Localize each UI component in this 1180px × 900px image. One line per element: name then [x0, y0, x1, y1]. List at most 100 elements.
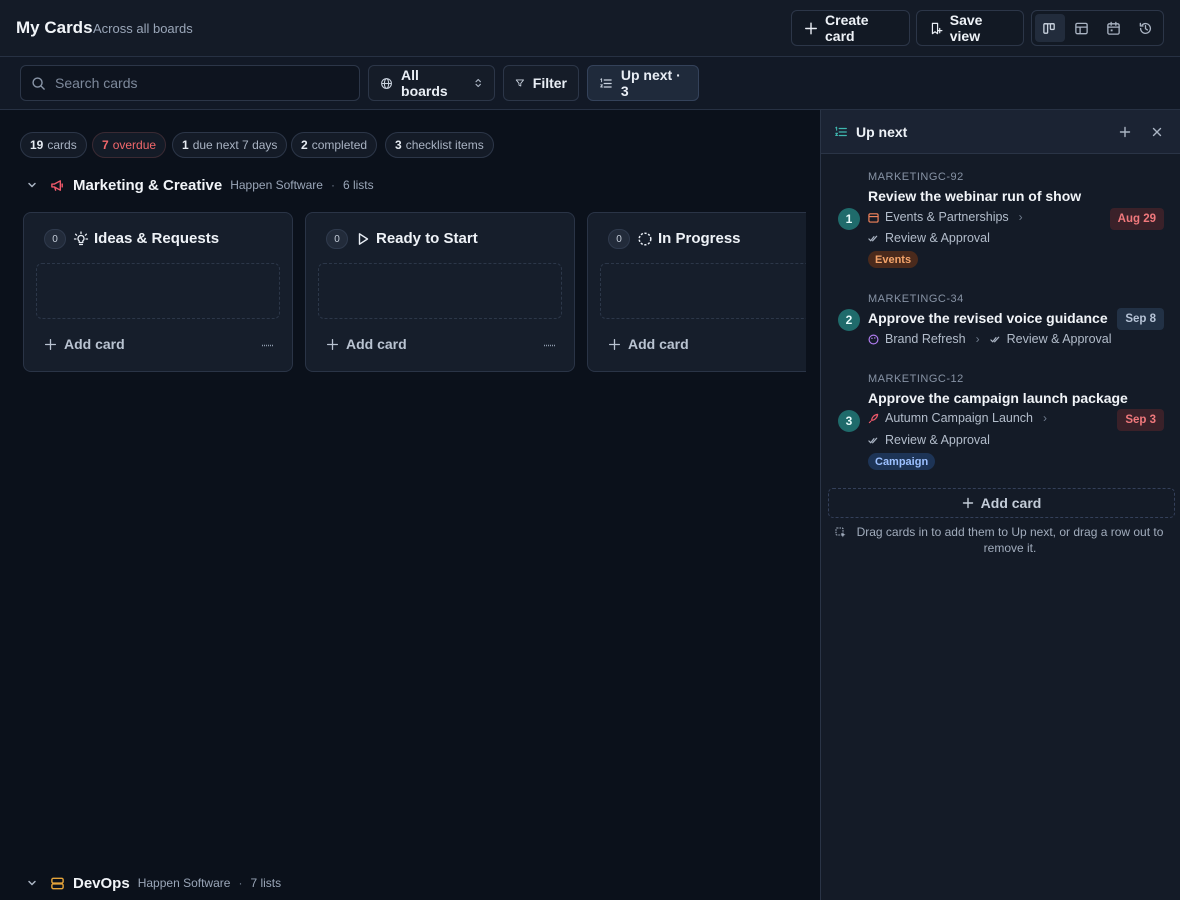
up-next-header: Up next: [821, 110, 1180, 154]
save-view-button[interactable]: Save view: [916, 10, 1024, 46]
plus-icon[interactable]: [1119, 126, 1131, 138]
stat-value: 2: [301, 138, 308, 152]
card-list-row: Review & Approval: [868, 231, 990, 245]
stat-value: 19: [30, 138, 44, 152]
board-group-header[interactable]: Marketing & Creative Happen Software · 6…: [26, 175, 374, 195]
filter-button[interactable]: Filter: [503, 65, 579, 101]
board-group-list-count: 7 lists: [250, 876, 282, 890]
board-scope-select[interactable]: All boards: [368, 65, 495, 101]
list-options-icon[interactable]: [544, 344, 556, 347]
stat-label: cards: [47, 138, 77, 152]
card-board-name: Events & Partnerships: [885, 210, 1009, 224]
board-group-name: Marketing & Creative: [73, 176, 223, 194]
separator-dot: ·: [238, 876, 243, 890]
card-board-name: Autumn Campaign Launch: [885, 411, 1034, 425]
list-ordered-icon: [600, 77, 612, 88]
page-subtitle: Across all boards: [93, 21, 193, 36]
history-view-icon: [1139, 22, 1151, 34]
stat-overdue[interactable]: 7 overdue: [92, 132, 167, 158]
chevron-updown-icon: [475, 78, 481, 88]
calendar-view-button[interactable]: [1099, 14, 1129, 42]
chevron-down-icon[interactable]: [26, 179, 38, 191]
filter-label: Filter: [532, 75, 567, 91]
card-board-row: Events & Partnerships ›: [868, 210, 1027, 224]
card-board-row: Autumn Campaign Launch ›: [868, 411, 1051, 425]
create-card-label: Create card: [825, 12, 869, 44]
queue-position: 1: [838, 208, 860, 230]
app-header: My Cards Across all boards Create card S…: [0, 0, 1180, 57]
calendar-view-icon: [1107, 21, 1120, 35]
card-tag: Campaign: [868, 453, 936, 470]
stat-label: due next 7 days: [192, 138, 278, 152]
due-date-badge: Aug 29: [1109, 208, 1164, 230]
progress-circle-icon: [638, 232, 652, 246]
list-ordered-icon: [835, 126, 847, 137]
add-card-button[interactable]: Add card: [44, 336, 125, 352]
plus-icon: [805, 22, 817, 34]
card-title: Approve the revised voice guidance: [868, 310, 1108, 326]
board-group-header[interactable]: DevOps Happen Software · 7 lists: [26, 873, 281, 893]
list-options-icon[interactable]: [262, 344, 274, 347]
board-group-org: Happen Software: [230, 178, 323, 192]
view-switcher: [1031, 10, 1164, 46]
board-lists: 0 Ideas & Requests Add card 0 Ready to S…: [20, 205, 806, 380]
rocket-icon: [868, 413, 879, 423]
create-card-button[interactable]: Create card: [791, 10, 910, 46]
list-drop-zone[interactable]: [600, 263, 806, 319]
card-list-name: Review & Approval: [1006, 332, 1112, 346]
plus-icon: [608, 338, 621, 350]
chevron-down-icon[interactable]: [26, 877, 38, 889]
queue-position: 2: [838, 309, 860, 331]
list-drop-zone[interactable]: [318, 263, 562, 319]
list-column: 0 In Progress Add card: [587, 212, 806, 372]
stat-due-soon[interactable]: 1 due next 7 days: [172, 132, 288, 158]
add-card-button[interactable]: Add card: [326, 336, 407, 352]
card-title: Review the webinar run of show: [868, 188, 1082, 204]
stat-label: completed: [311, 138, 368, 152]
card-key: MARKETINGC-92: [868, 171, 964, 183]
list-card-count: 0: [326, 229, 348, 249]
list-drop-zone[interactable]: [36, 263, 280, 319]
stat-checklist[interactable]: 3 checklist items: [385, 132, 494, 158]
search-box: [20, 65, 360, 101]
up-next-add-card-button[interactable]: Add card: [828, 488, 1175, 518]
close-icon[interactable]: [1151, 126, 1163, 138]
chevron-right-icon: ›: [975, 332, 980, 346]
add-card-label: Add card: [346, 336, 407, 352]
chevron-right-icon: ›: [1018, 210, 1023, 224]
list-name: In Progress: [658, 230, 741, 247]
list-card-count: 0: [44, 229, 66, 249]
list-card-count: 0: [608, 229, 630, 249]
toolbar: All boards Filter Up next · 3: [0, 57, 1180, 110]
page-title: My Cards: [16, 18, 93, 37]
list-column: 0 Ready to Start Add card: [305, 212, 575, 372]
card-list-row: Review & Approval: [868, 433, 990, 447]
palette-icon: [868, 334, 879, 344]
card-key: MARKETINGC-12: [868, 373, 964, 385]
stat-value: 3: [395, 138, 402, 152]
plus-icon: [962, 497, 973, 509]
stat-cards[interactable]: 19 cards: [20, 132, 87, 158]
card-tag: Events: [868, 251, 919, 268]
up-next-toggle[interactable]: Up next · 3: [587, 65, 699, 101]
stat-completed[interactable]: 2 completed: [291, 132, 378, 158]
board-view-button[interactable]: [1035, 14, 1065, 42]
stat-value: 1: [182, 138, 189, 152]
search-icon: [32, 76, 45, 90]
board-group-org: Happen Software: [137, 876, 231, 890]
history-view-button[interactable]: [1130, 14, 1160, 42]
stat-value: 7: [102, 138, 109, 152]
queue-position: 3: [838, 410, 860, 432]
add-card-label: Add card: [628, 336, 689, 352]
card-list-name: Review & Approval: [885, 231, 990, 245]
search-input[interactable]: [55, 75, 345, 91]
add-card-label: Add card: [64, 336, 125, 352]
calendar-icon: [868, 212, 879, 223]
table-view-icon: [1075, 22, 1088, 34]
check-double-icon: [868, 235, 878, 241]
add-card-button[interactable]: Add card: [608, 336, 689, 352]
filter-icon: [515, 79, 524, 87]
board-group-name: DevOps: [73, 874, 130, 892]
check-double-icon: [989, 336, 999, 342]
table-view-button[interactable]: [1067, 14, 1097, 42]
